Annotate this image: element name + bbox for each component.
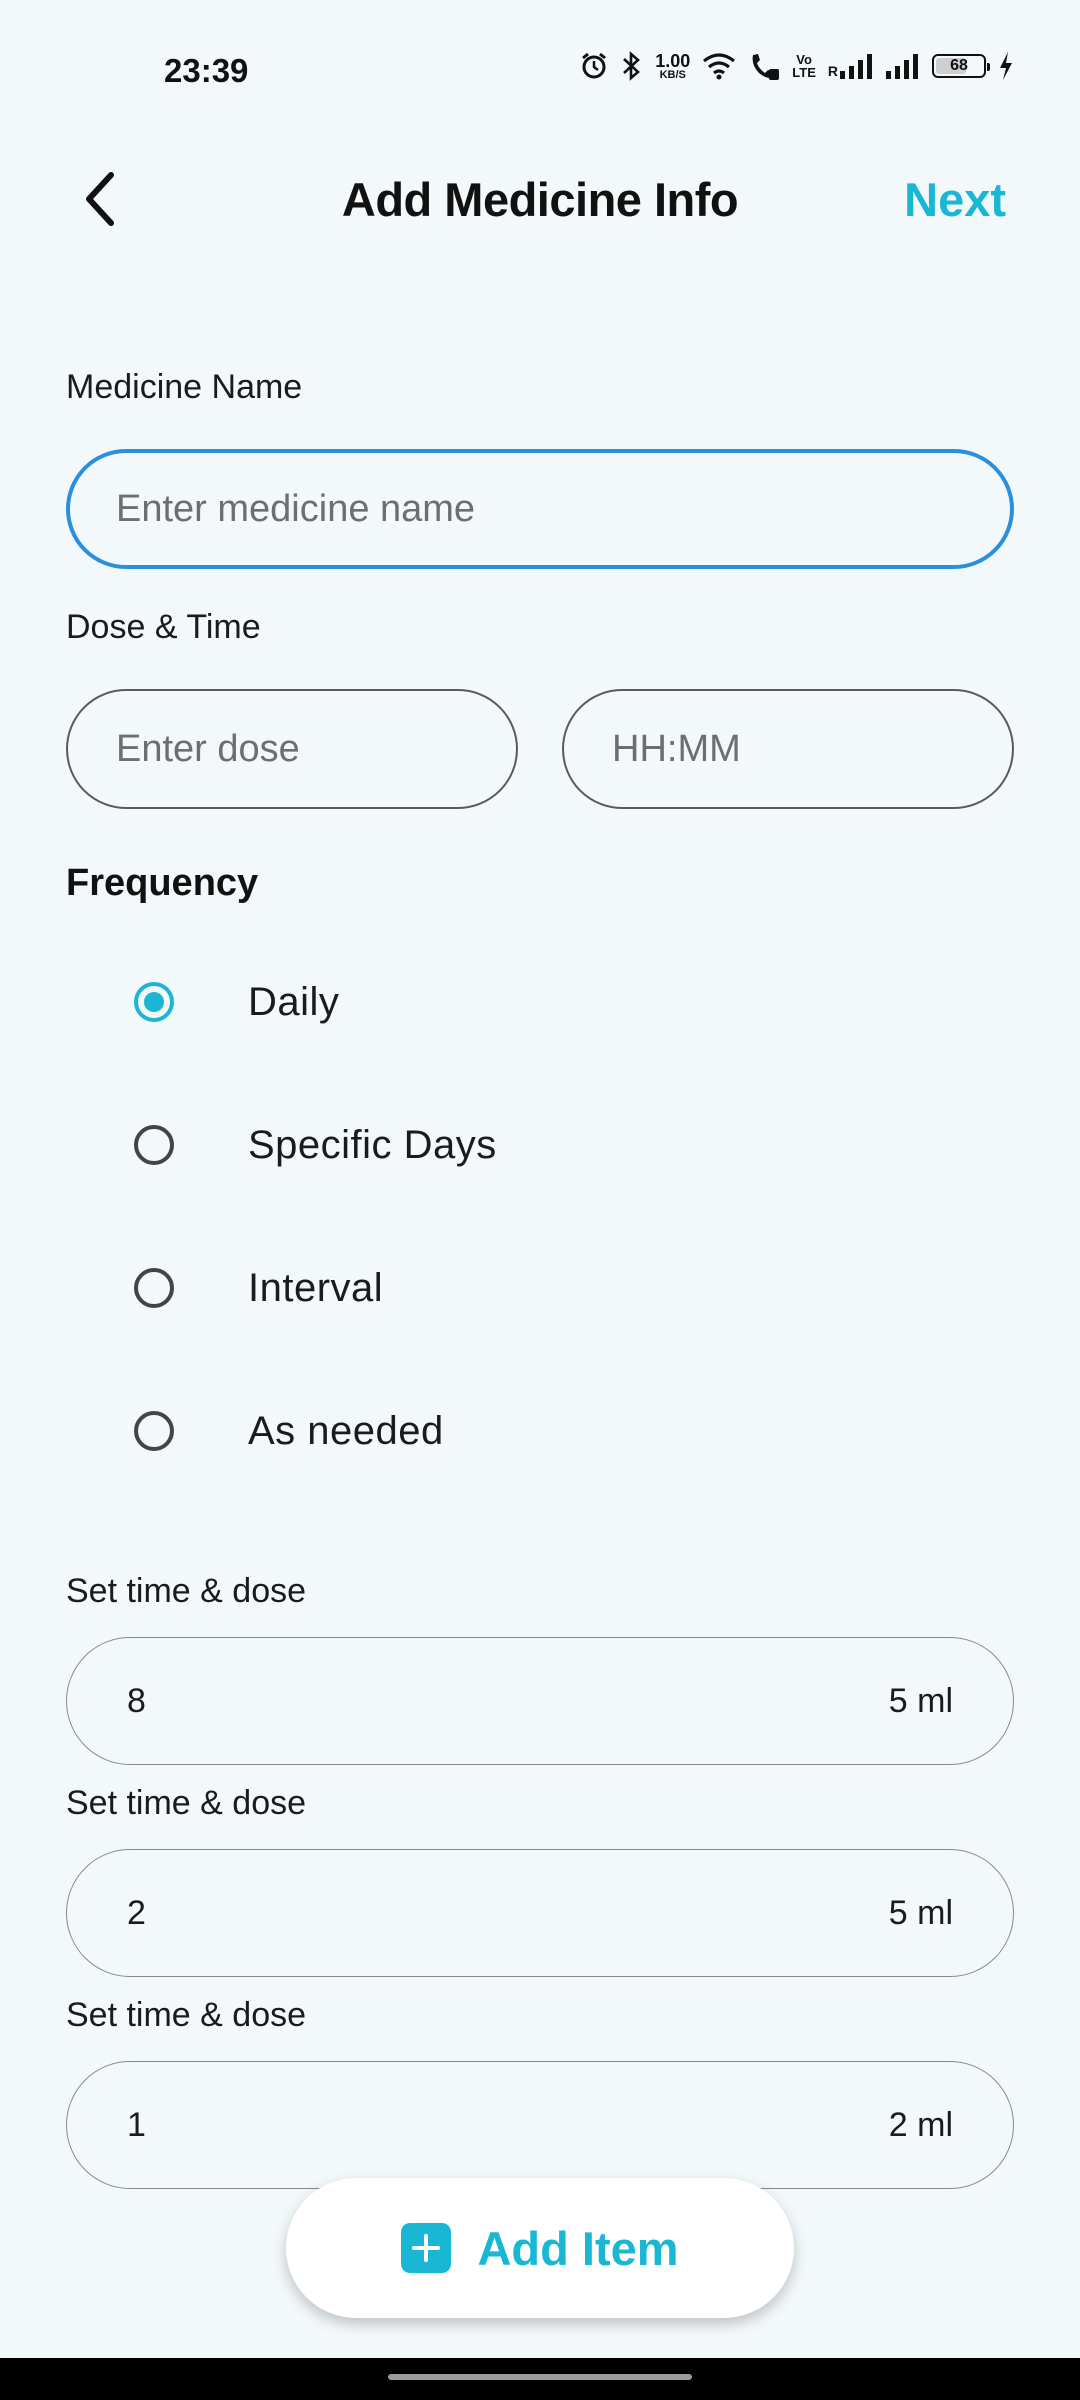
wifi-icon <box>702 52 736 80</box>
time-dose-label: Set time & dose <box>66 1572 307 1610</box>
radio-label: As needed <box>248 1408 444 1453</box>
time-value: 8 <box>127 1682 146 1720</box>
radio-label: Daily <box>248 979 340 1024</box>
radio-label: Specific Days <box>248 1122 497 1167</box>
medicine-name-label: Medicine Name <box>66 368 303 406</box>
add-item-label: Add Item <box>477 2221 679 2275</box>
charging-icon <box>998 51 1014 81</box>
frequency-option-specific-days[interactable]: Specific Days <box>134 1105 497 1185</box>
frequency-option-interval[interactable]: Interval <box>134 1248 383 1328</box>
next-button[interactable]: Next <box>904 172 1006 227</box>
add-item-button[interactable]: Add Item <box>286 2178 794 2318</box>
signal-icon: R <box>828 53 874 79</box>
battery-icon: 68 <box>932 54 990 78</box>
dose-value: 5 ml <box>888 1894 953 1932</box>
net-speed: 1.00 KB/S <box>655 50 691 81</box>
radio-label: Interval <box>248 1265 384 1310</box>
medicine-name-input[interactable] <box>66 449 1014 569</box>
time-dose-label: Set time & dose <box>66 1996 307 2034</box>
plus-square-icon <box>401 2223 452 2273</box>
status-bar: 23:39 1.00 KB/S Vo LTE R 68 <box>0 0 1080 140</box>
time-value: 1 <box>127 2106 146 2144</box>
frequency-option-daily[interactable]: Daily <box>134 962 339 1042</box>
volte-indicator: Vo LTE <box>792 52 816 80</box>
time-value: 2 <box>127 1894 146 1932</box>
time-input[interactable] <box>562 689 1014 809</box>
status-icons: 1.00 KB/S Vo LTE R 68 <box>579 50 1014 82</box>
dose-value: 2 ml <box>888 2106 953 2144</box>
frequency-label: Frequency <box>66 862 259 904</box>
frequency-option-as-needed[interactable]: As needed <box>134 1391 444 1471</box>
wifi-calling-icon <box>748 51 780 81</box>
radio-unchecked-icon <box>134 1268 174 1308</box>
system-nav-bar <box>0 2358 1080 2400</box>
dose-time-label: Dose & Time <box>66 608 261 646</box>
status-time: 23:39 <box>164 52 249 89</box>
time-dose-field[interactable]: 2 5 ml <box>66 1849 1014 1977</box>
app-header: Add Medicine Info Next <box>0 150 1080 250</box>
home-indicator[interactable] <box>388 2374 692 2380</box>
time-dose-field[interactable]: 8 5 ml <box>66 1637 1014 1765</box>
time-dose-label: Set time & dose <box>66 1784 307 1822</box>
radio-unchecked-icon <box>134 1125 174 1165</box>
time-dose-field[interactable]: 1 2 ml <box>66 2061 1014 2189</box>
dose-value: 5 ml <box>888 1682 953 1720</box>
signal-icon <box>886 53 920 79</box>
roaming-indicator: R <box>827 63 838 79</box>
radio-checked-icon <box>134 982 174 1022</box>
dose-input[interactable] <box>66 689 518 809</box>
radio-unchecked-icon <box>134 1411 174 1451</box>
bluetooth-icon <box>621 50 643 82</box>
alarm-icon <box>579 51 609 81</box>
